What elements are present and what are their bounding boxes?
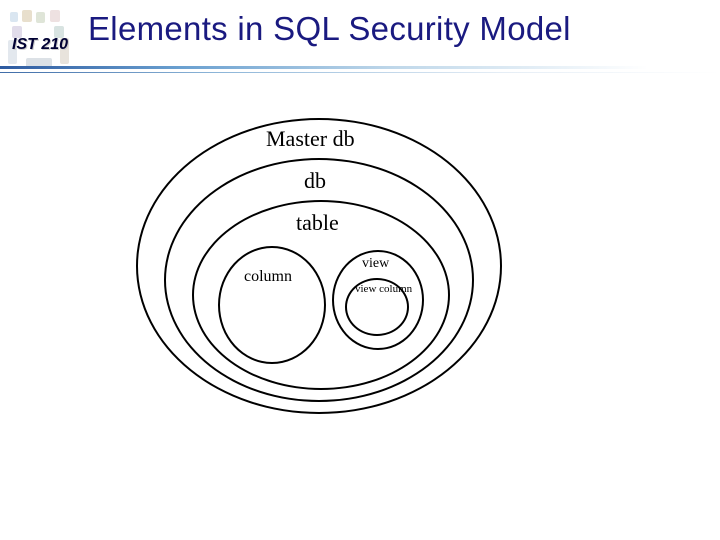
ellipse-column [218,246,326,364]
label-view: view [362,256,389,272]
label-column: column [244,268,292,286]
label-table: table [296,210,339,236]
ellipse-db [164,158,474,402]
ellipse-view-column [345,278,409,336]
ellipse-master-db [136,118,502,414]
diagram: Master db db table column view view colu… [0,0,720,540]
course-code: IST 210 [12,36,68,54]
label-view-column: view column [355,284,395,296]
slide-header: IST 210 Elements in SQL Security Model [0,0,720,78]
slide: IST 210 Elements in SQL Security Model M… [0,0,720,540]
label-master-db: Master db [266,126,355,152]
slide-title: Elements in SQL Security Model [88,10,571,48]
label-db: db [304,168,326,194]
ellipse-table [192,200,450,390]
title-underline [0,66,720,78]
ellipse-view [332,250,424,350]
